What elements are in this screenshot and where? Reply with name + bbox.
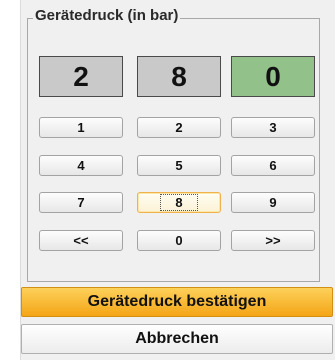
key-2[interactable]: 2 (137, 117, 221, 138)
key-0[interactable]: 0 (137, 230, 221, 251)
key-6[interactable]: 6 (231, 155, 315, 176)
key-9[interactable]: 9 (231, 192, 315, 213)
confirm-pressure-button[interactable]: Gerätedruck bestätigen (21, 287, 333, 317)
key-3[interactable]: 3 (231, 117, 315, 138)
digit-display-2[interactable]: 8 (137, 56, 221, 97)
cancel-button[interactable]: Abbrechen (21, 324, 333, 354)
key-4[interactable]: 4 (39, 155, 123, 176)
key-1[interactable]: 1 (39, 117, 123, 138)
digit-display-3[interactable]: 0 (231, 56, 315, 97)
key-8-label: 8 (160, 194, 198, 211)
key-previous[interactable]: << (39, 230, 123, 251)
group-title: Gerätedruck (in bar) (33, 7, 181, 25)
key-next[interactable]: >> (231, 230, 315, 251)
key-8[interactable]: 8 (137, 192, 221, 213)
digit-display-1[interactable]: 2 (39, 56, 123, 97)
key-5[interactable]: 5 (137, 155, 221, 176)
key-7[interactable]: 7 (39, 192, 123, 213)
